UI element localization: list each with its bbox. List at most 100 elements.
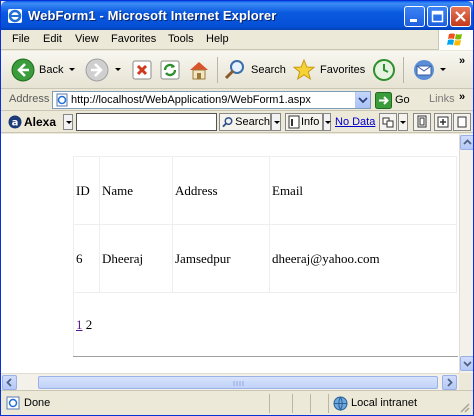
forward-dropdown-icon[interactable] — [115, 68, 121, 71]
grid-cell-address: Jamsedpur — [172, 224, 270, 293]
close-icon — [455, 11, 466, 22]
stop-button[interactable] — [131, 55, 153, 85]
menu-favorites[interactable]: Favorites — [111, 33, 156, 45]
chevron-down-icon — [274, 121, 280, 124]
menu-view[interactable]: View — [75, 33, 99, 45]
menu-bar: File Edit View Favorites Tools Help — [1, 30, 473, 50]
page-icon — [56, 93, 68, 107]
horizontal-scroll-thumb[interactable] — [38, 376, 438, 389]
address-label: Address — [9, 93, 50, 105]
back-label: Back — [39, 64, 64, 76]
status-divider — [328, 394, 329, 413]
grid-header-name: Name — [99, 156, 173, 225]
links-chevron-icon[interactable]: » — [459, 91, 465, 103]
scroll-left-button[interactable] — [2, 375, 17, 390]
horizontal-scrollbar[interactable] — [1, 373, 459, 390]
history-button[interactable] — [371, 55, 397, 85]
search-button[interactable]: Search — [223, 55, 286, 85]
alexa-info-button[interactable]: Info — [285, 113, 323, 131]
refresh-icon — [160, 60, 180, 80]
alexa-logo-icon: a — [8, 115, 22, 129]
address-dropdown-button[interactable] — [355, 92, 370, 108]
alexa-search-dropdown[interactable] — [271, 113, 281, 131]
menu-file[interactable]: File — [12, 33, 30, 45]
alexa-search-input[interactable] — [76, 113, 217, 131]
address-url: http://localhost/WebApplication9/WebForm… — [71, 94, 311, 106]
back-button[interactable]: Back — [11, 55, 63, 85]
grid-header-id: ID — [73, 156, 100, 225]
scrollbar-corner — [459, 373, 473, 390]
chevron-up-icon — [463, 139, 472, 145]
forward-button[interactable] — [85, 55, 109, 85]
home-icon — [190, 62, 208, 80]
pager-link-page-1[interactable]: 1 — [76, 317, 83, 332]
chevron-down-icon — [463, 361, 472, 367]
chevron-left-icon — [6, 378, 12, 387]
favorites-label: Favorites — [320, 64, 366, 76]
toolbar-chevron-icon[interactable]: » — [459, 55, 465, 67]
grip-icon — [233, 381, 244, 386]
back-arrow-icon — [11, 58, 35, 82]
grid-cell-name: Dheeraj — [99, 224, 173, 293]
globe-icon — [333, 396, 348, 411]
scroll-right-button[interactable] — [442, 375, 457, 390]
address-input[interactable]: http://localhost/WebApplication9/WebForm… — [52, 91, 371, 109]
search-label: Search — [251, 64, 286, 76]
grid-header-row: ID Name Address Email — [73, 156, 457, 225]
alexa-pages-button[interactable] — [413, 113, 431, 131]
menu-help[interactable]: Help — [206, 33, 229, 45]
search-icon — [222, 117, 233, 128]
alexa-no-data-link[interactable]: No Data — [335, 116, 375, 128]
title-bar[interactable]: WebForm1 - Microsoft Internet Explorer — [1, 1, 473, 30]
options-icon — [457, 116, 467, 128]
close-button[interactable] — [450, 6, 471, 27]
mail-dropdown-icon[interactable] — [440, 68, 446, 71]
alexa-related-button[interactable] — [379, 113, 397, 131]
highlight-icon — [437, 116, 449, 128]
home-button[interactable] — [187, 55, 211, 85]
go-button[interactable]: Go — [375, 91, 415, 109]
back-dropdown-icon[interactable] — [69, 68, 75, 71]
related-icon — [382, 117, 394, 128]
maximize-button[interactable] — [427, 6, 448, 27]
resize-grip-icon[interactable] — [458, 401, 470, 413]
toolbar-separator — [403, 57, 404, 83]
alexa-brand: Alexa — [24, 115, 57, 129]
chevron-down-icon — [358, 97, 368, 104]
menu-tools[interactable]: Tools — [168, 33, 194, 45]
status-divider — [269, 394, 270, 413]
chevron-down-icon — [325, 121, 331, 124]
grid-header-address: Address — [172, 156, 270, 225]
alexa-logo[interactable]: a Alexa — [8, 114, 56, 130]
toolbar-separator — [217, 57, 218, 83]
alexa-toolbar: a Alexa Search Info No Data — [1, 111, 473, 133]
vertical-scrollbar[interactable] — [459, 134, 473, 373]
alexa-options-button[interactable] — [453, 113, 471, 131]
data-grid: ID Name Address Email 6 Dheeraj Jamsedpu… — [73, 156, 457, 357]
menu-edit[interactable]: Edit — [43, 33, 62, 45]
pages-icon — [417, 115, 427, 128]
alexa-related-dropdown[interactable] — [398, 113, 408, 131]
minimize-button[interactable] — [404, 6, 425, 27]
address-bar: Address http://localhost/WebApplication9… — [1, 89, 473, 111]
refresh-button[interactable] — [159, 55, 181, 85]
scroll-down-button[interactable] — [460, 356, 473, 371]
ie-page-icon — [6, 396, 20, 410]
forward-arrow-icon — [85, 58, 109, 82]
standard-toolbar: Back Search Favorites » — [1, 51, 473, 89]
alexa-info-dropdown[interactable] — [323, 113, 331, 131]
status-bar: Done Local intranet — [1, 390, 473, 415]
alexa-menu-dropdown[interactable] — [63, 114, 73, 130]
mail-button[interactable] — [411, 55, 437, 85]
grid-cell-id: 6 — [73, 224, 100, 293]
windows-logo — [438, 30, 473, 50]
scroll-up-button[interactable] — [460, 135, 473, 150]
stop-icon — [132, 60, 152, 80]
alexa-highlight-button[interactable] — [434, 113, 452, 131]
chevron-down-icon — [66, 121, 72, 124]
links-button[interactable]: Links — [429, 93, 455, 105]
alexa-search-button[interactable]: Search — [219, 113, 271, 131]
go-label: Go — [395, 94, 410, 106]
favorites-button[interactable]: Favorites — [292, 55, 365, 85]
grid-bottom-border — [73, 356, 458, 357]
